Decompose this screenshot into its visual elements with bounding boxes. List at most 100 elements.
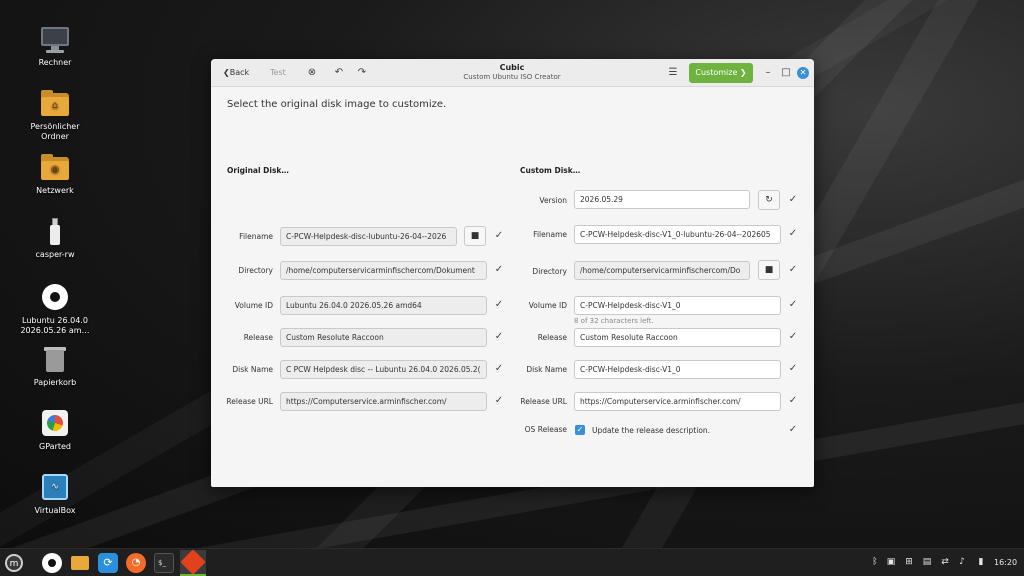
gparted-icon	[40, 408, 70, 438]
trash-icon	[40, 344, 70, 374]
original-directory-label: Directory	[238, 266, 273, 275]
taskbar: m ⟳ ◔ $_ ᛒ ▣ ⊞ ▤ ⇄ ♪ ▮ 16:20	[0, 548, 1024, 576]
custom-filename-label: Filename	[533, 230, 567, 239]
window-title: Cubic Custom Ubuntu ISO Creator	[431, 63, 593, 82]
desktop-icon-network[interactable]: ◉ Netzwerk	[15, 152, 95, 196]
cancel-icon[interactable]: ⊗	[305, 66, 319, 80]
open-file-button[interactable]: ■	[464, 226, 486, 246]
select-directory-button[interactable]: ■	[758, 260, 780, 280]
network-icon[interactable]: ⇄	[939, 555, 951, 569]
taskbar-firefox-launcher[interactable]: ◔	[126, 553, 146, 573]
start-menu-button[interactable]: m	[5, 554, 23, 572]
custom-directory-label: Directory	[532, 267, 567, 276]
os-release-checkbox-label: Update the release description.	[592, 426, 711, 435]
chevron-left-icon: ❮	[223, 68, 230, 77]
network-folder-icon: ◉	[40, 152, 70, 182]
custom-release-url-label: Release URL	[520, 397, 567, 406]
desktop-icon-gparted[interactable]: GParted	[15, 408, 95, 452]
check-icon: ✓	[788, 331, 798, 342]
check-icon: ✓	[494, 395, 504, 406]
desktop-icon-home[interactable]: ⌂ Persönlicher Ordner	[15, 88, 95, 142]
home-folder-icon: ⌂	[40, 88, 70, 118]
check-icon: ✓	[494, 299, 504, 310]
custom-release-url-field[interactable]: https://Computerservice.arminfischer.com…	[574, 392, 781, 411]
desktop-icon-label: GParted	[39, 442, 71, 451]
virtualbox-icon: ∿	[40, 472, 70, 502]
check-icon: ✓	[494, 230, 504, 241]
app-title: Cubic	[499, 63, 525, 72]
check-icon: ✓	[788, 299, 798, 310]
redo-icon[interactable]: ↷	[355, 66, 369, 80]
os-release-checkbox[interactable]: ✓	[575, 425, 585, 435]
folder-icon: ■	[764, 265, 774, 275]
custom-volume-id-field[interactable]: C-PCW-Helpdesk-disc-V1_0	[574, 296, 781, 315]
close-icon[interactable]: ✕	[797, 67, 809, 79]
original-volume-id-label: Volume ID	[234, 301, 273, 310]
clock[interactable]: 16:20	[994, 549, 1017, 576]
desktop-icon-label: casper-rw	[35, 250, 75, 259]
original-disk-heading: Original Disk…	[227, 166, 289, 175]
sync-icon: ⟳	[103, 556, 113, 569]
hamburger-menu-icon[interactable]: ☰	[666, 66, 680, 80]
refresh-version-button[interactable]: ↻	[758, 190, 780, 210]
desktop-icon-rechner[interactable]: Rechner	[15, 24, 95, 68]
cubic-window: ❮Back Test ⊗ ↶ ↷ Cubic Custom Ubuntu ISO…	[211, 59, 814, 487]
custom-version-label: Version	[539, 196, 567, 205]
check-icon: ✓	[788, 194, 798, 205]
usb-drive-icon	[40, 216, 70, 246]
instruction-text: Select the original disk image to custom…	[227, 99, 447, 110]
custom-volume-id-label: Volume ID	[528, 301, 567, 310]
custom-release-label: Release	[537, 333, 567, 342]
undo-icon[interactable]: ↶	[332, 66, 346, 80]
taskbar-disc-launcher[interactable]	[42, 553, 62, 573]
desktop-icon-lubuntu-disc[interactable]: Lubuntu 26.04.0 2026.05.26 am…	[15, 282, 95, 336]
original-directory-field: /home/computerservicarminfischercom/Doku…	[280, 261, 487, 280]
cubic-icon	[180, 549, 206, 575]
minimize-icon[interactable]: –	[761, 66, 775, 80]
custom-release-field[interactable]: Custom Resolute Raccoon	[574, 328, 781, 347]
check-icon: ✓	[494, 363, 504, 374]
maximize-icon[interactable]: □	[779, 66, 793, 80]
check-icon: ✓	[788, 228, 798, 239]
check-icon: ✓	[788, 264, 798, 275]
custom-disk-name-field[interactable]: C-PCW-Helpdesk-disc-V1_0	[574, 360, 781, 379]
custom-version-field[interactable]: 2026.05.29	[574, 190, 750, 209]
clipboard-icon[interactable]: ▤	[921, 555, 933, 569]
back-label: Back	[229, 68, 250, 77]
folder-icon	[71, 556, 89, 570]
firefox-icon: ◔	[131, 557, 141, 568]
app-subtitle: Custom Ubuntu ISO Creator	[463, 73, 561, 81]
original-filename-label: Filename	[239, 232, 273, 241]
disc-icon	[40, 282, 70, 312]
refresh-icon: ↻	[765, 195, 773, 205]
test-button[interactable]: Test	[270, 59, 286, 87]
custom-disk-heading: Custom Disk…	[520, 166, 581, 175]
desktop-icon-casper-rw[interactable]: casper-rw	[15, 216, 95, 260]
original-filename-field: C-PCW-Helpdesk-disc-lubuntu-26-04--2026	[280, 227, 457, 246]
original-release-url-label: Release URL	[226, 397, 273, 406]
check-icon: ✓	[788, 395, 798, 406]
main-content: Select the original disk image to custom…	[211, 88, 814, 487]
back-button[interactable]: ❮Back	[223, 59, 249, 87]
title-bar: ❮Back Test ⊗ ↶ ↷ Cubic Custom Ubuntu ISO…	[211, 59, 814, 87]
taskbar-files-launcher[interactable]	[70, 553, 90, 573]
chevron-right-icon: ❯	[739, 68, 747, 77]
taskbar-terminal-launcher[interactable]: $_	[154, 553, 174, 573]
taskbar-sync-launcher[interactable]: ⟳	[98, 553, 118, 573]
taskbar-cubic-app[interactable]	[180, 549, 206, 576]
network-manager-icon[interactable]: ⊞	[903, 555, 915, 569]
desktop-icon-trash[interactable]: Papierkorb	[15, 344, 95, 388]
volume-icon[interactable]: ♪	[956, 555, 968, 569]
mint-logo-icon: m	[9, 559, 19, 569]
custom-directory-field: /home/computerservicarminfischercom/Do	[574, 261, 750, 280]
customize-button[interactable]: Customize ❯	[689, 63, 753, 83]
updates-icon[interactable]: ▣	[885, 555, 897, 569]
desktop-icon-virtualbox[interactable]: ∿ VirtualBox	[15, 472, 95, 516]
disc-icon	[47, 558, 57, 568]
battery-icon[interactable]: ▮	[975, 555, 987, 569]
bluetooth-icon[interactable]: ᛒ	[869, 555, 881, 569]
desktop-icon-label: Rechner	[38, 58, 72, 67]
desktop-icon-label: VirtualBox	[34, 506, 76, 515]
computer-icon	[40, 24, 70, 54]
custom-filename-field[interactable]: C-PCW-Helpdesk-disc-V1_0-lubuntu-26-04--…	[574, 225, 781, 244]
